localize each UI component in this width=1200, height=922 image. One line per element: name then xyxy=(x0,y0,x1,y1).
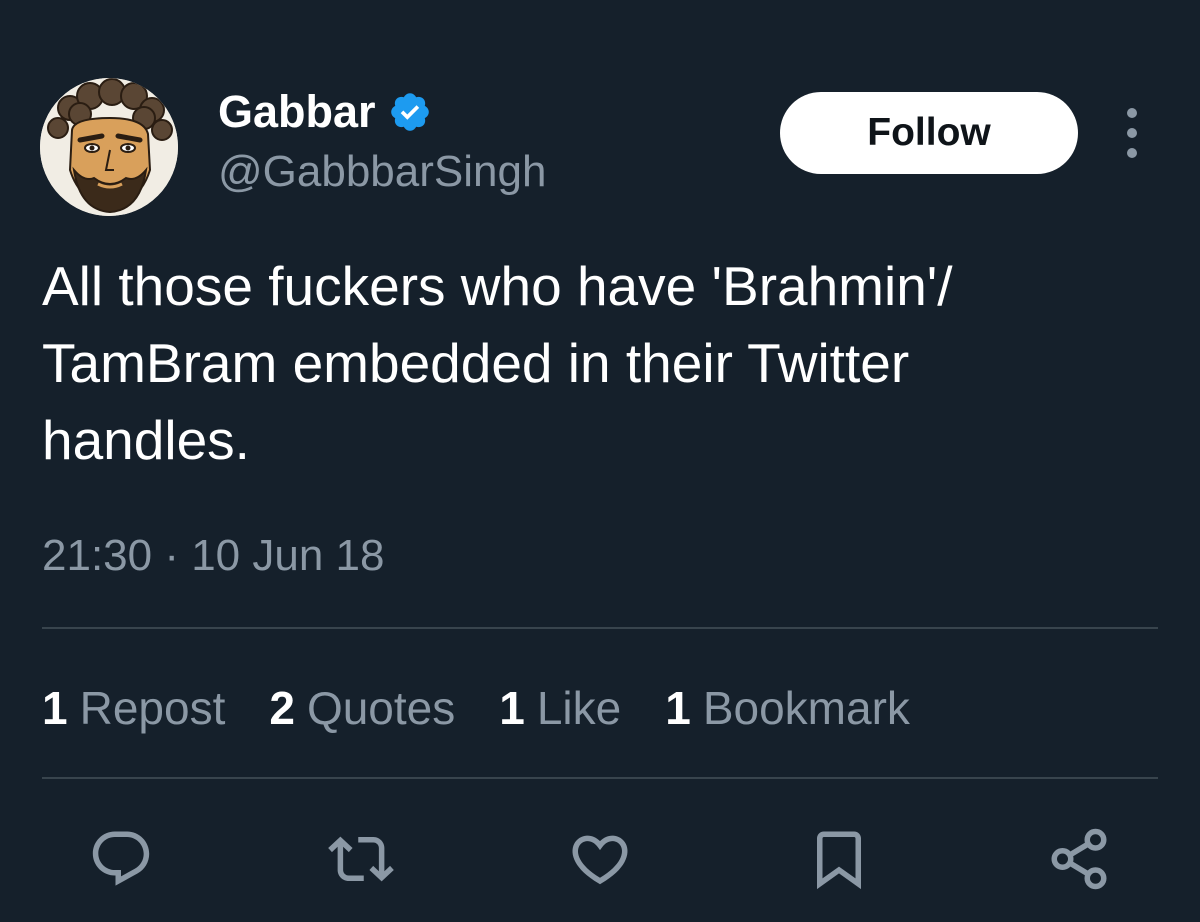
stat-label: Like xyxy=(536,682,622,734)
avatar-image xyxy=(40,78,178,216)
stat-count: 1 xyxy=(665,682,691,734)
share-button[interactable] xyxy=(1046,826,1112,892)
stat-count: 1 xyxy=(42,682,68,734)
repost-button[interactable] xyxy=(328,826,394,892)
bookmark-button[interactable] xyxy=(806,826,872,892)
repost-icon xyxy=(328,836,394,882)
more-vertical-icon xyxy=(1127,108,1137,118)
bookmark-icon xyxy=(817,831,861,890)
like-button[interactable] xyxy=(567,826,633,892)
stat-label: Repost xyxy=(79,682,226,734)
more-dot xyxy=(1127,148,1137,158)
stat-label: Quotes xyxy=(306,682,456,734)
stat-count: 2 xyxy=(269,682,295,734)
verified-badge-icon xyxy=(390,93,429,131)
heart-icon xyxy=(572,835,628,885)
tweet-text-line: handles. xyxy=(42,409,250,471)
author-handle[interactable]: @GabbbarSingh xyxy=(218,144,546,200)
reply-icon xyxy=(92,831,150,886)
stat-count: 1 xyxy=(499,682,525,734)
more-dot xyxy=(1127,128,1137,138)
follow-button[interactable]: Follow xyxy=(780,92,1078,174)
more-options-button[interactable] xyxy=(1110,108,1154,158)
reply-button[interactable] xyxy=(88,826,154,892)
tweet-action-bar xyxy=(0,818,1200,898)
share-icon xyxy=(1051,828,1107,890)
tweet-text-line: TamBram embedded in their Twitter xyxy=(42,332,910,394)
stat-bookmarks[interactable]: 1 Bookmark xyxy=(665,678,910,738)
stat-label: Bookmark xyxy=(702,682,910,734)
tweet-timestamp[interactable]: 21:30 · 10 Jun 18 xyxy=(42,528,384,584)
stat-reposts[interactable]: 1 Repost xyxy=(42,678,225,738)
divider xyxy=(42,627,1158,629)
tweet-text-line: All those fuckers who have 'Brahmin'/ xyxy=(42,255,953,317)
avatar[interactable] xyxy=(40,78,178,216)
divider xyxy=(42,777,1158,779)
author-display-name[interactable]: Gabbar xyxy=(218,84,376,140)
tweet-text: All those fuckers who have 'Brahmin'/ Ta… xyxy=(42,248,1162,479)
tweet-stats: 1 Repost 2 Quotes 1 Like 1 Bookmark xyxy=(42,678,910,738)
stat-quotes[interactable]: 2 Quotes xyxy=(269,678,455,738)
stat-likes[interactable]: 1 Like xyxy=(499,678,621,738)
author-name-row[interactable]: Gabbar xyxy=(218,84,432,140)
